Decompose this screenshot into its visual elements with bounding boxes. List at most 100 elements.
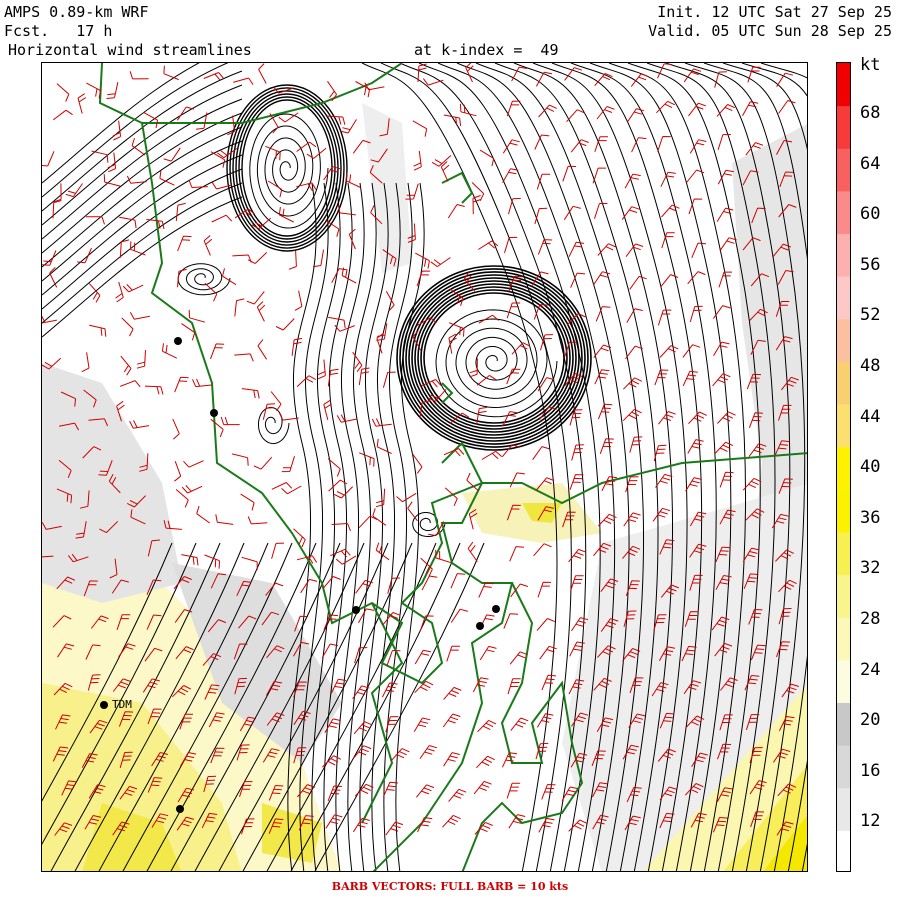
wind-barb (503, 613, 519, 629)
colorbar-tick-label: 52 (860, 305, 881, 326)
level-label: at k-index = 49 (414, 41, 559, 59)
streamline (249, 113, 329, 229)
wind-barb (77, 93, 86, 114)
forecast-hour: Fcst. 17 h (4, 22, 113, 40)
wind-barb (107, 152, 117, 173)
colorbar-tick-label: 20 (860, 710, 881, 731)
streamline (408, 277, 580, 439)
wind-barb (405, 183, 419, 200)
wind-barb (161, 343, 178, 359)
wind-barb (509, 546, 525, 562)
colorbar-tick-label: 56 (860, 254, 881, 275)
wind-barb (536, 618, 555, 631)
streamline (177, 263, 231, 296)
wind-barb (188, 179, 208, 188)
station-marker (174, 337, 182, 345)
wind-barb (570, 139, 589, 153)
wind-barb (622, 408, 642, 422)
wind-barb (203, 235, 213, 256)
wind-barb (86, 82, 101, 99)
wind-barb (563, 205, 581, 220)
wind-barb (56, 83, 70, 102)
wind-barb (81, 352, 90, 373)
wind-barb (412, 120, 428, 137)
station-marker (492, 605, 500, 613)
wind-barb (353, 745, 372, 759)
wind-barb (687, 439, 704, 454)
wind-barb (686, 169, 705, 183)
wind-barb (234, 298, 245, 317)
wind-barb (431, 155, 452, 167)
wind-barb (534, 207, 548, 225)
colorbar-tick-label: 36 (860, 507, 881, 528)
wind-barb (88, 283, 101, 303)
wind-barb (419, 745, 438, 759)
model-title: AMPS 0.89-km WRF (4, 3, 149, 21)
wind-barb (655, 473, 673, 488)
wind-barb (719, 471, 734, 488)
wind-barb (652, 507, 671, 522)
field-title: Horizontal wind streamlines (8, 41, 252, 59)
wind-barb (163, 65, 179, 81)
wind-barb (688, 102, 706, 117)
streamline (435, 309, 558, 418)
wind-barb (371, 418, 392, 427)
wind-barb (538, 817, 555, 833)
wind-barb (106, 81, 119, 99)
wind-barb (594, 203, 608, 219)
wind-barb (327, 785, 342, 802)
streamline (42, 126, 243, 268)
wind-barb (630, 73, 649, 87)
wind-barb (49, 267, 58, 288)
wind-barb (568, 819, 588, 832)
wind-barb (440, 161, 450, 182)
map-canvas (42, 63, 807, 871)
wind-barb (597, 243, 617, 256)
wind-barb (443, 752, 460, 767)
wind-barb (296, 375, 317, 387)
wind-barb (241, 556, 258, 570)
wind-barb (271, 542, 285, 559)
wind-barb (42, 250, 57, 266)
wind-barb (623, 512, 641, 527)
colorbar-swatch (837, 659, 850, 703)
colorbar-swatch (837, 830, 850, 871)
wind-barb (231, 453, 249, 466)
colorbar-tick-label: 60 (860, 204, 881, 225)
colorbar-tick-label: 68 (860, 103, 881, 123)
wind-barb (479, 149, 495, 167)
valid-time: Valid. 05 UTC Sun 28 Sep 25 (648, 22, 892, 40)
colorbar-swatch (837, 574, 850, 618)
wind-barb (540, 334, 553, 351)
wind-barb (89, 324, 107, 337)
wind-barb (232, 254, 252, 263)
wind-barb (657, 136, 671, 152)
wind-barb (570, 575, 584, 592)
wind-barb (685, 477, 702, 492)
wind-barb (210, 418, 224, 438)
wind-barb (472, 195, 481, 215)
wind-barb (442, 814, 461, 828)
colorbar-swatch (837, 787, 850, 831)
wind-barb (653, 444, 667, 462)
wind-barb (220, 416, 240, 426)
streamline (314, 542, 485, 871)
wind-barb (541, 784, 556, 800)
colorbar-swatch (837, 276, 850, 320)
wind-barb (144, 385, 164, 395)
wind-barb (539, 645, 557, 660)
wind-barb (211, 214, 233, 223)
wind-barb (115, 281, 124, 303)
wind-barb (317, 359, 326, 380)
wind-barb (122, 284, 144, 293)
streamline (235, 93, 339, 243)
wind-barb (77, 247, 92, 264)
wind-barb (592, 271, 611, 286)
wind-barb (536, 173, 551, 190)
wind-barb (112, 120, 122, 141)
wind-barb (747, 66, 761, 83)
streamline (399, 63, 587, 871)
wind-barb (627, 108, 645, 123)
wind-barb (661, 232, 675, 249)
wind-barb (385, 821, 404, 836)
